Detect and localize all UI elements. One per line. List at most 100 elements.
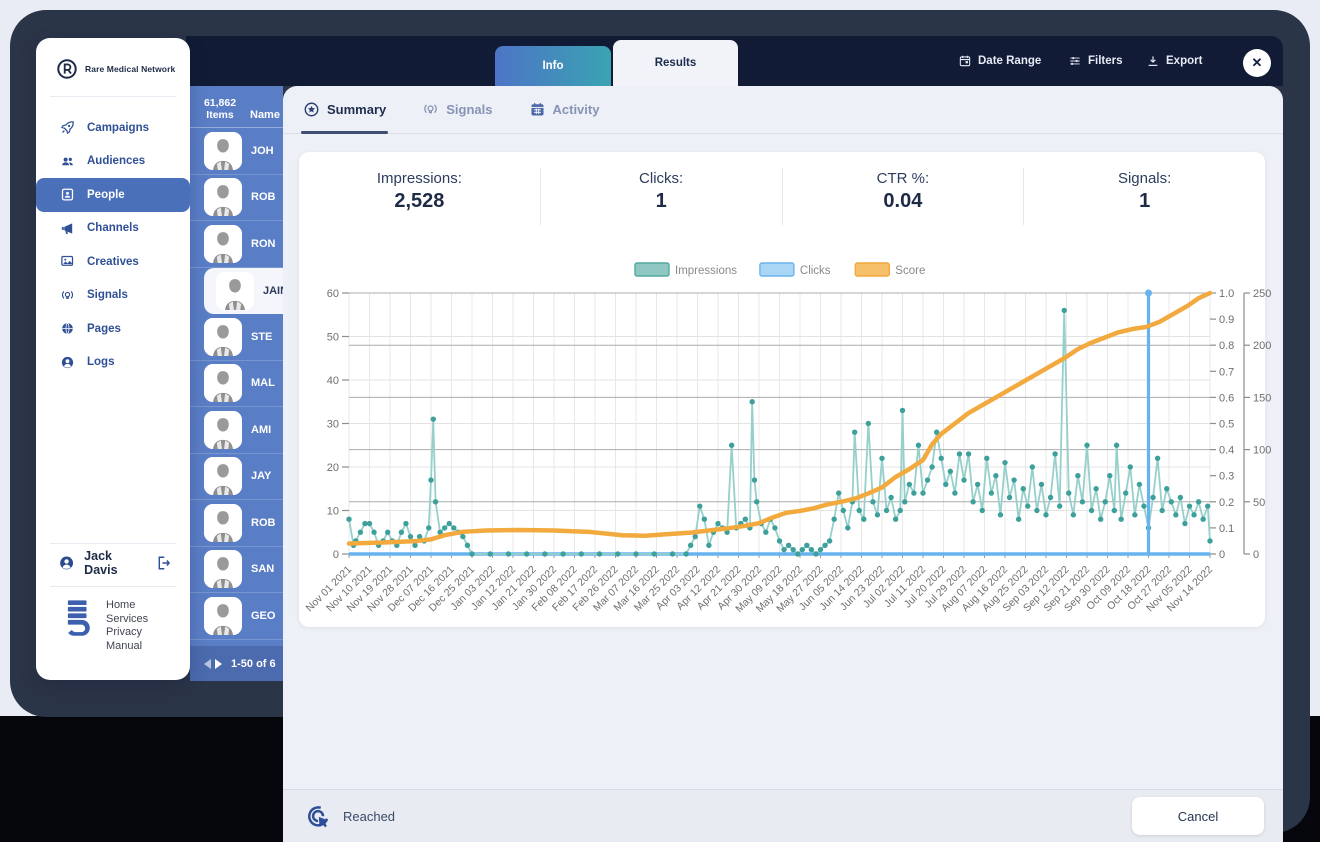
person-name: MAL — [251, 377, 275, 390]
svg-text:20: 20 — [327, 462, 339, 474]
people-list-header: 61,862 Items Name — [190, 86, 283, 128]
stat-value: 1 — [1139, 190, 1151, 212]
reached-status: Reached — [305, 803, 395, 830]
sidebar-item-creatives[interactable]: Creatives — [36, 245, 190, 279]
person-name: JOH — [251, 144, 274, 157]
pagination-bar: 1-50 of 6 — [190, 646, 283, 681]
person-row[interactable]: SAN — [190, 547, 283, 593]
svg-text:250: 250 — [1253, 288, 1271, 300]
svg-text:150: 150 — [1253, 392, 1271, 404]
person-row[interactable]: JAY — [190, 454, 283, 500]
avatar — [204, 457, 242, 496]
sliders-icon — [1068, 54, 1082, 68]
stat-impressions: Impressions: 2,528 — [299, 168, 541, 225]
person-row[interactable]: AMI — [190, 407, 283, 454]
image-icon — [60, 254, 75, 269]
close-button[interactable]: ✕ — [1243, 49, 1271, 77]
svg-text:10: 10 — [327, 506, 339, 518]
user-name: Jack Davis — [84, 549, 118, 577]
sidebar-item-label: Creatives — [87, 255, 139, 268]
sidebar-item-people[interactable]: People — [36, 178, 190, 212]
sidebar-item-campaigns[interactable]: Campaigns — [36, 111, 190, 145]
svg-text:100: 100 — [1253, 445, 1271, 457]
person-row[interactable]: MAL — [190, 361, 283, 407]
logout-icon[interactable] — [155, 554, 172, 572]
results-modal: Summary Signals Activity Impressions: 2,… — [283, 86, 1283, 842]
tab-activity[interactable]: Activity — [529, 86, 600, 133]
tab-signals[interactable]: Signals — [422, 86, 493, 133]
click-reach-icon — [305, 803, 332, 830]
page-prev-icon[interactable] — [204, 658, 211, 669]
person-name: AMI — [251, 423, 272, 436]
sidebar-item-label: Signals — [87, 289, 128, 302]
stat-label: Signals: — [1117, 170, 1172, 187]
sidebar-bottom: Jack Davis Home Services Privacy Manual — [36, 543, 190, 653]
link-home[interactable]: Home — [106, 599, 148, 613]
person-row-selected[interactable]: JAIN — [204, 267, 283, 314]
link-manual[interactable]: Manual — [106, 640, 148, 654]
divider — [50, 96, 176, 97]
svg-text:0: 0 — [1219, 549, 1225, 561]
sidebar-nav: Campaigns Audiences People Channels Crea… — [36, 111, 190, 379]
cancel-button[interactable]: Cancel — [1132, 797, 1264, 835]
page-next-icon[interactable] — [215, 658, 222, 669]
modal-tab-bar: Summary Signals Activity — [283, 86, 1283, 134]
tab-activity-label: Activity — [552, 102, 600, 117]
svg-text:30: 30 — [327, 419, 339, 431]
link-services[interactable]: Services — [106, 613, 148, 627]
link-privacy[interactable]: Privacy — [106, 626, 148, 640]
date-range-button[interactable]: Date Range — [958, 36, 1041, 86]
user-row[interactable]: Jack Davis — [36, 544, 190, 582]
svg-text:1.0: 1.0 — [1219, 288, 1234, 300]
tab-results[interactable]: Results — [613, 40, 738, 86]
person-name: STE — [251, 330, 273, 343]
person-row[interactable]: STE — [190, 314, 283, 361]
stat-value: 0.04 — [883, 190, 923, 212]
items-count-label: Items — [206, 109, 234, 121]
app-canvas: Info Results Date Range Filters Export ✕… — [0, 0, 1320, 842]
tab-signals-label: Signals — [446, 102, 493, 117]
items-count: 61,862 Items — [196, 97, 244, 121]
sidebar-item-channels[interactable]: Channels — [36, 212, 190, 246]
svg-text:0.6: 0.6 — [1219, 392, 1234, 404]
avatar — [204, 178, 242, 217]
stat-clicks: Clicks: 1 — [541, 168, 783, 225]
export-button[interactable]: Export — [1146, 36, 1202, 86]
person-row[interactable]: RON — [190, 221, 283, 268]
sidebar-item-logs[interactable]: Logs — [36, 346, 190, 380]
person-row[interactable]: JOH — [190, 128, 283, 175]
avatar — [216, 271, 254, 310]
filters-button[interactable]: Filters — [1068, 36, 1123, 86]
globe-icon — [60, 321, 75, 336]
close-icon: ✕ — [1251, 55, 1263, 70]
filters-label: Filters — [1088, 55, 1123, 67]
people-list-panel: 61,862 Items Name JOH ROB RON JAIN STE M… — [190, 86, 283, 646]
sidebar-item-pages[interactable]: Pages — [36, 312, 190, 346]
person-row[interactable]: GEO — [190, 593, 283, 640]
svg-text:Score: Score — [895, 265, 925, 277]
svg-text:0: 0 — [1253, 549, 1259, 561]
sidebar-item-label: Logs — [87, 356, 115, 369]
stat-ctr: CTR %: 0.04 — [783, 168, 1025, 225]
svg-text:0.9: 0.9 — [1219, 314, 1234, 326]
id-badge-icon — [60, 187, 75, 202]
items-count-value: 61,862 — [203, 97, 237, 109]
brand-mark-icon — [56, 58, 78, 80]
person-name: RON — [251, 237, 276, 250]
tab-info-label: Info — [542, 60, 564, 72]
tab-info[interactable]: Info — [495, 46, 611, 86]
person-row[interactable]: ROB — [190, 175, 283, 221]
tab-summary[interactable]: Summary — [300, 86, 389, 134]
svg-text:0.8: 0.8 — [1219, 340, 1234, 352]
footer-links: Home Services Privacy Manual — [106, 599, 148, 653]
person-row[interactable]: ROB — [190, 500, 283, 547]
sidebar-item-audiences[interactable]: Audiences — [36, 145, 190, 179]
modal-footer: Reached Cancel — [283, 789, 1283, 842]
person-name: ROB — [251, 191, 276, 204]
sidebar: Rare Medical Network Campaigns Audiences… — [36, 38, 190, 680]
sidebar-item-signals[interactable]: Signals — [36, 279, 190, 313]
brand-logo: Rare Medical Network — [36, 38, 190, 80]
avatar — [204, 410, 242, 449]
avatar — [204, 364, 242, 403]
name-column-header[interactable]: Name — [250, 109, 280, 121]
